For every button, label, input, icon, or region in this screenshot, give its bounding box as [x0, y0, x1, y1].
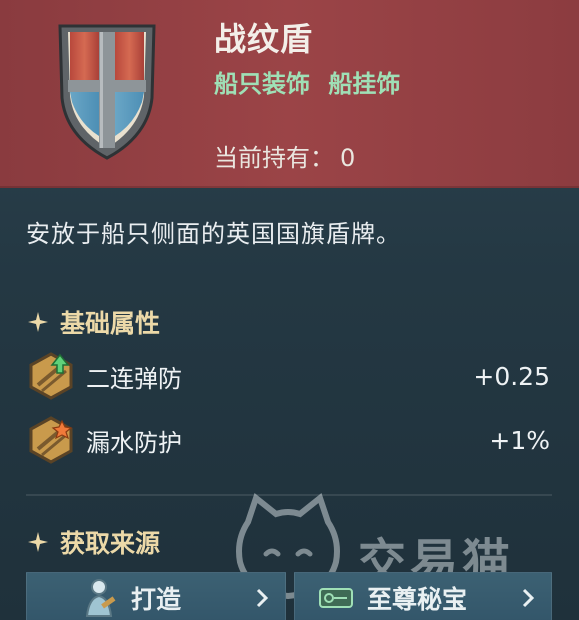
base-attributes-heading: 基础属性: [26, 304, 160, 340]
sources-title: 获取来源: [60, 529, 161, 558]
shield-item-icon: [52, 18, 162, 163]
attribute-row: 二连弹防 +0.25: [26, 348, 550, 404]
base-attributes-title: 基础属性: [60, 309, 161, 338]
chevron-right-icon: [519, 586, 537, 610]
chevron-right-icon: [253, 586, 271, 610]
owned-label: 当前持有：: [214, 144, 334, 172]
owned-count: 0: [340, 144, 356, 172]
source-button-treasure[interactable]: 至尊秘宝: [294, 572, 552, 620]
owned-count-row: 当前持有： 0: [214, 138, 355, 173]
source-button-treasure-label: 至尊秘宝: [367, 584, 468, 614]
wood-plank-spark-icon: [26, 415, 76, 465]
attribute-name: 漏水防护: [86, 428, 182, 457]
section-divider: [26, 494, 552, 496]
ticket-icon: [319, 587, 353, 609]
item-name: 战纹盾: [214, 20, 314, 58]
sparkle-icon: [26, 530, 50, 554]
item-tag-category: 船只装饰: [214, 70, 310, 98]
craft-figure-icon: [81, 578, 117, 618]
item-tag-subcategory: 船挂饰: [328, 70, 401, 98]
attribute-name: 二连弹防: [86, 364, 182, 393]
item-tags: 船只装饰 船挂饰: [214, 64, 400, 99]
item-description: 安放于船只侧面的英国国旗盾牌。: [26, 220, 401, 248]
source-button-craft[interactable]: 打造: [26, 572, 286, 620]
item-tooltip-panel: 战纹盾 船只装饰 船挂饰 当前持有： 0 安放于船只侧面的英国国旗盾牌。 基础属性…: [0, 0, 579, 620]
attribute-row: 漏水防护 +1%: [26, 412, 550, 468]
attribute-value: +0.25: [473, 361, 550, 391]
sparkle-icon: [26, 310, 50, 334]
source-button-craft-label: 打造: [131, 584, 182, 614]
sources-heading: 获取来源: [26, 524, 160, 560]
wood-plank-arrow-up-icon: [26, 351, 76, 401]
attribute-value: +1%: [489, 425, 550, 455]
